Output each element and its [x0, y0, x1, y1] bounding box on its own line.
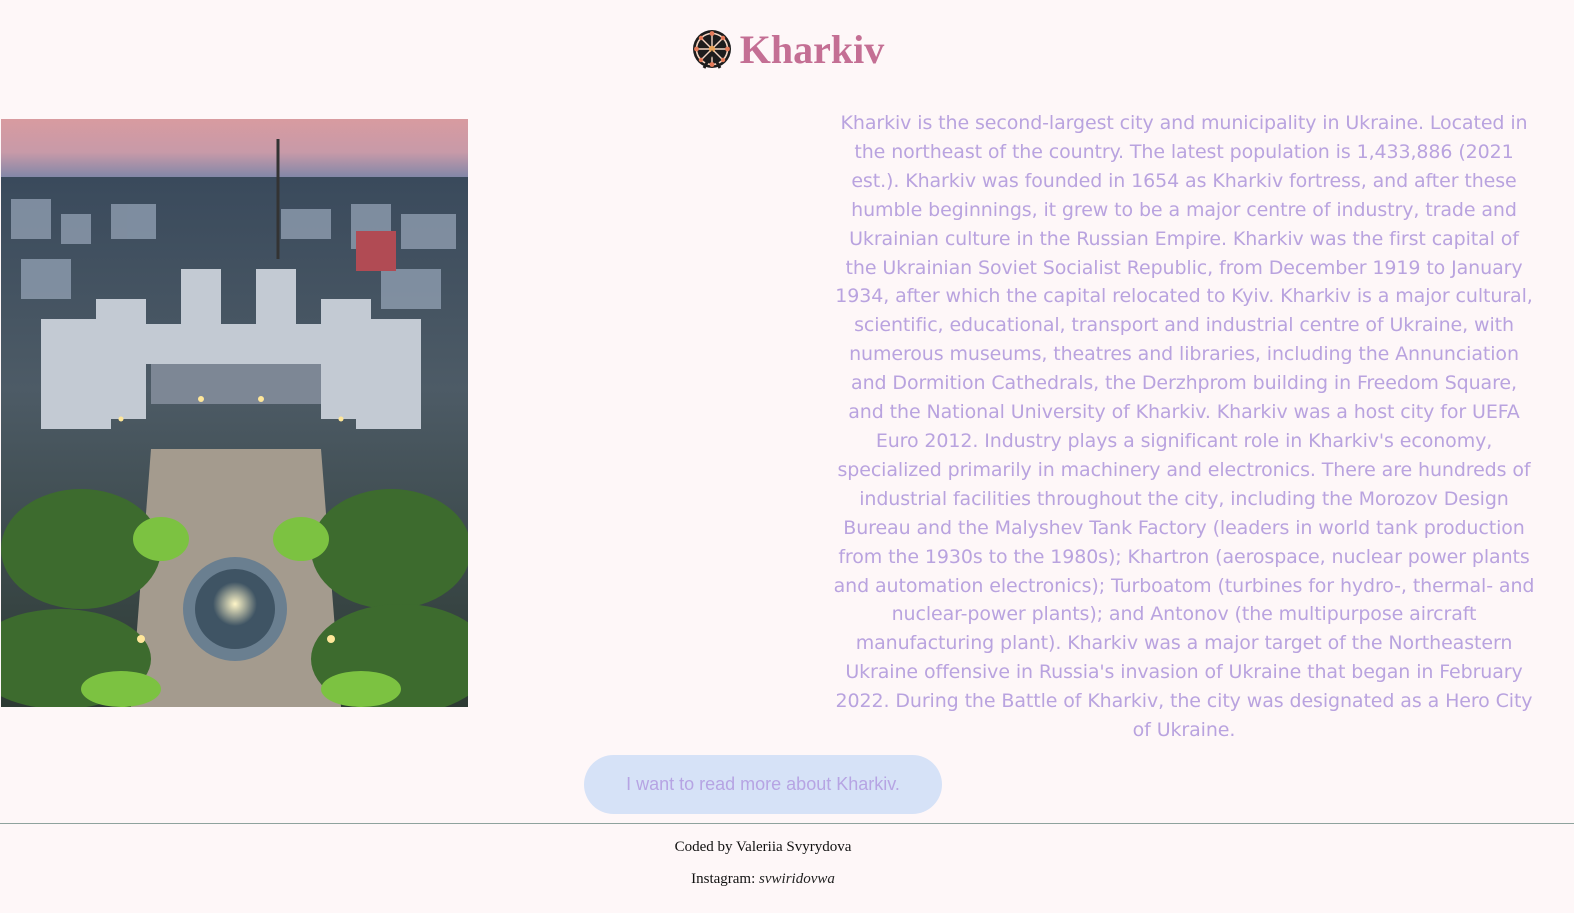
read-more-button[interactable]: I want to read more about Kharkiv.	[584, 755, 942, 814]
instagram-label: Instagram:	[691, 871, 756, 887]
page-header: Kharkiv	[0, 24, 1574, 76]
page-title: Kharkiv	[739, 27, 885, 72]
ferris-wheel-icon	[692, 30, 731, 69]
footer-credit: Coded by Valeriia Svyrydova	[674, 839, 852, 855]
footer-divider	[0, 823, 1574, 824]
city-description: Kharkiv is the second-largest city and m…	[833, 112, 1535, 742]
instagram-link[interactable]: svwiridovwa	[759, 871, 835, 887]
header-brand: Kharkiv	[690, 28, 884, 72]
city-photo	[1, 119, 468, 707]
footer-instagram: Instagram: svwiridovwa	[0, 870, 1526, 888]
page-footer: Coded by Valeriia Svyrydova Instagram: s…	[0, 838, 1526, 902]
